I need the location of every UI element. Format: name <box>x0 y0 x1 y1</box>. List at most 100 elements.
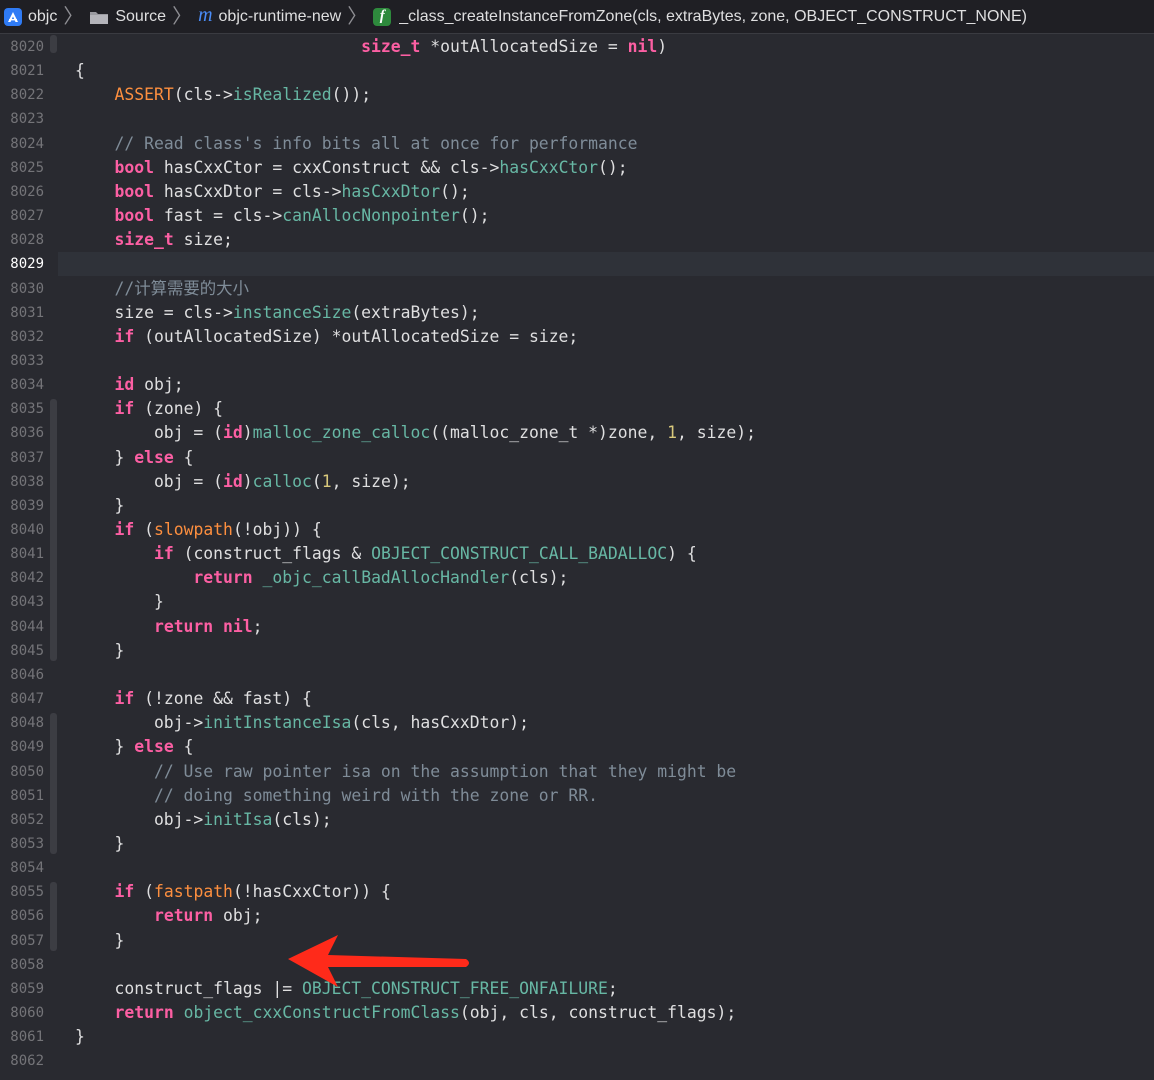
code-token: } <box>75 1027 85 1047</box>
code-token: } <box>75 930 125 950</box>
code-token: ; <box>607 978 618 998</box>
red-arrow-annotation-icon <box>288 935 469 987</box>
line-number: 8043 <box>10 594 44 611</box>
code-token: id <box>114 375 135 395</box>
code-token: { <box>173 737 194 757</box>
code-line: } <box>75 639 124 663</box>
line-number: 8037 <box>10 449 44 466</box>
code-token: (!hasCxxCtor)) { <box>232 882 391 902</box>
line-number: 8061 <box>10 1029 44 1046</box>
code-token: object_cxxConstructFromClass <box>183 1003 460 1022</box>
breadcrumb-project[interactable]: objc <box>4 0 57 33</box>
code-line: if (construct_flags & OBJECT_CONSTRUCT_C… <box>75 542 697 566</box>
code-token: ) { <box>667 544 697 564</box>
code-line: size = cls->instanceSize(extraBytes); <box>75 301 480 325</box>
code-token: ((malloc_zone_t *)zone, <box>430 423 668 443</box>
code-token: (extraBytes); <box>351 302 480 322</box>
line-number: 8059 <box>10 980 44 997</box>
code-line: ASSERT(cls->isRealized()); <box>75 83 371 107</box>
code-token: bool <box>114 206 154 226</box>
code-token: size_t <box>361 37 421 56</box>
code-token: (cls); <box>272 809 332 829</box>
code-line: // Read class's info bits all at once fo… <box>75 132 638 156</box>
line-number: 8046 <box>10 666 44 683</box>
code-token: } <box>75 640 125 660</box>
code-token: 1 <box>667 423 677 443</box>
line-number: 8051 <box>10 787 44 804</box>
folder-icon <box>89 9 109 25</box>
code-line: //计算需要的大小 <box>75 277 249 301</box>
code-token: (cls); <box>509 568 569 588</box>
code-fold-ribbon[interactable] <box>50 882 57 951</box>
breadcrumb-folder[interactable]: Source <box>89 0 166 33</box>
code-line: size_t *outAllocatedSize = nil) <box>75 35 667 59</box>
code-fold-ribbon[interactable] <box>50 568 57 661</box>
line-number: 8038 <box>10 473 44 490</box>
code-token: //计算需要的大小 <box>114 278 249 298</box>
code-token: canAllocNonpointer <box>282 206 460 226</box>
code-line: id obj; <box>75 373 184 397</box>
breadcrumb-function[interactable]: f _class_createInstanceFromZone(cls, ext… <box>373 0 1027 33</box>
code-token: (); <box>459 206 490 226</box>
code-token: obj; <box>213 906 263 926</box>
code-token: // Read class's info bits all at once fo… <box>114 133 638 153</box>
line-number: 8050 <box>10 763 44 780</box>
breadcrumb-file[interactable]: m objc-runtime-new <box>198 0 342 33</box>
code-fold-ribbon[interactable] <box>50 35 57 53</box>
app-icon <box>4 7 22 26</box>
jump-bar: objc 〉 Source 〉 m objc-runtime-new 〉 f _… <box>0 0 1154 34</box>
code-line: bool hasCxxCtor = cxxConstruct && cls->h… <box>75 156 628 180</box>
code-token: ) <box>242 423 253 443</box>
code-line: } <box>75 1025 85 1049</box>
code-token: (); <box>598 157 628 177</box>
code-fold-ribbon[interactable] <box>50 399 57 589</box>
code-editor[interactable]: 8020 8021 8022 8023 8024 8025 8026 8027 8028 8029… <box>0 35 1154 1080</box>
code-line: // Use raw pointer isa on the assumption… <box>75 760 736 784</box>
line-number: 8032 <box>10 328 44 345</box>
code-line: obj = (id)malloc_zone_calloc((malloc_zon… <box>75 421 756 445</box>
line-number: 8021 <box>10 63 44 80</box>
code-token: 1 <box>321 471 332 491</box>
code-line: return nil; <box>75 615 263 639</box>
breadcrumb-label: objc-runtime-new <box>218 7 342 25</box>
code-line: } <box>75 832 124 856</box>
code-token: if <box>114 520 135 539</box>
code-token: malloc_zone_calloc <box>252 423 431 443</box>
code-token: slowpath <box>153 520 233 539</box>
code-token: ; <box>252 616 263 636</box>
code-token: size; <box>173 230 233 250</box>
line-number: 8049 <box>10 739 44 756</box>
code-token: obj = ( <box>75 423 224 443</box>
line-number: 8033 <box>10 352 44 369</box>
line-number: 8040 <box>10 522 44 538</box>
code-token: return <box>114 1003 174 1022</box>
chevron-right-icon: 〉 <box>63 5 84 28</box>
code-token: ( <box>134 520 154 539</box>
line-number: 8056 <box>10 908 44 925</box>
code-token: obj; <box>134 375 184 395</box>
line-number: 8035 <box>10 401 44 418</box>
current-line-highlight <box>58 252 1154 276</box>
code-line: if (outAllocatedSize) *outAllocatedSize … <box>75 325 578 349</box>
code-token: (!zone && fast) { <box>134 689 312 709</box>
code-line: obj = (id)calloc(1, size); <box>75 470 411 494</box>
code-token: , size); <box>331 471 411 491</box>
line-number: 8053 <box>10 835 44 852</box>
line-number: 8062 <box>10 1053 44 1070</box>
code-token: size = cls-> <box>75 302 233 322</box>
code-line: return _objc_callBadAllocHandler(cls); <box>75 566 568 590</box>
line-number: 8045 <box>10 642 44 659</box>
code-fold-ribbon[interactable] <box>50 713 57 855</box>
code-token: return <box>153 616 214 636</box>
code-token: hasCxxCtor <box>499 157 599 177</box>
line-number: 8023 <box>10 111 44 128</box>
line-number: 8036 <box>10 425 44 442</box>
code-token: (!obj)) { <box>232 520 322 539</box>
code-token: obj-> <box>75 809 204 829</box>
code-token: obj-> <box>75 713 204 733</box>
line-number: 8028 <box>10 232 44 249</box>
code-token: if <box>114 399 135 419</box>
